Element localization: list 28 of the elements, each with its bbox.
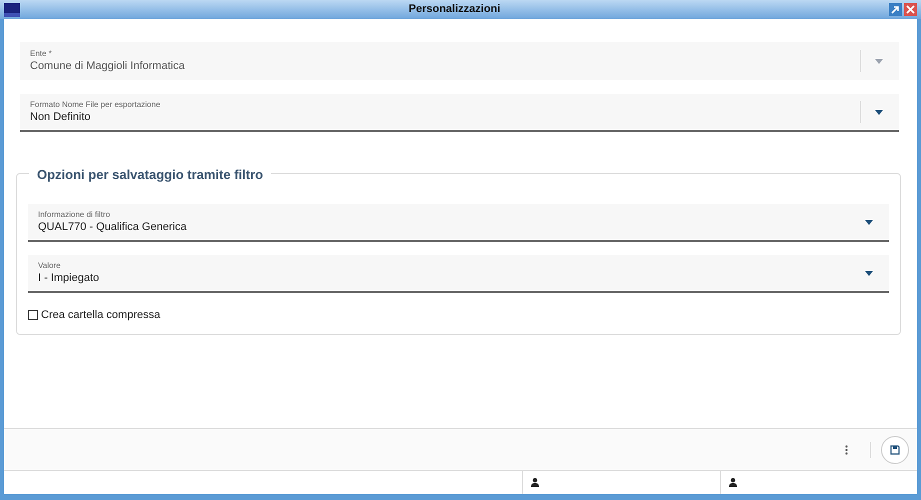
dropdown-caret-icon [875,110,883,114]
field-label: Valore [38,261,62,271]
dropdown-caret-icon [865,270,873,276]
checkbox[interactable] [28,310,38,320]
save-button[interactable] [881,436,909,464]
kebab-icon [844,444,848,454]
checkbox-label: Crea cartella compressa [41,308,160,323]
field-label: Ente * [30,49,53,59]
window-title: Personalizzazioni [408,2,502,18]
app-logo-icon [4,2,20,16]
dropdown-caret-icon [865,220,873,224]
field-value: I - Impiegato [38,271,100,285]
field-label: Formato Nome File per esportazione [30,100,162,110]
save-icon [890,444,900,454]
select-field[interactable]: Formato Nome File per esportazione Non Definito [20,94,899,132]
user-icon [531,478,539,487]
arrow-icon [891,5,900,14]
field-value: Comune di Maggioli Informatica [30,59,186,73]
select-field[interactable]: Valore I - Impiegato [28,255,889,293]
dropdown-caret-icon [875,58,883,64]
close-button[interactable] [904,3,917,16]
restore-button[interactable] [889,3,902,16]
field-value: QUAL770 - Qualifica Generica [38,220,188,234]
select-field[interactable]: Informazione di filtro QUAL770 - Qualifica Generica [28,204,889,242]
field-label: Informazione di filtro [38,210,112,220]
user-icon [729,478,737,487]
close-icon [906,5,915,14]
field-value: Non Definito [30,110,92,124]
